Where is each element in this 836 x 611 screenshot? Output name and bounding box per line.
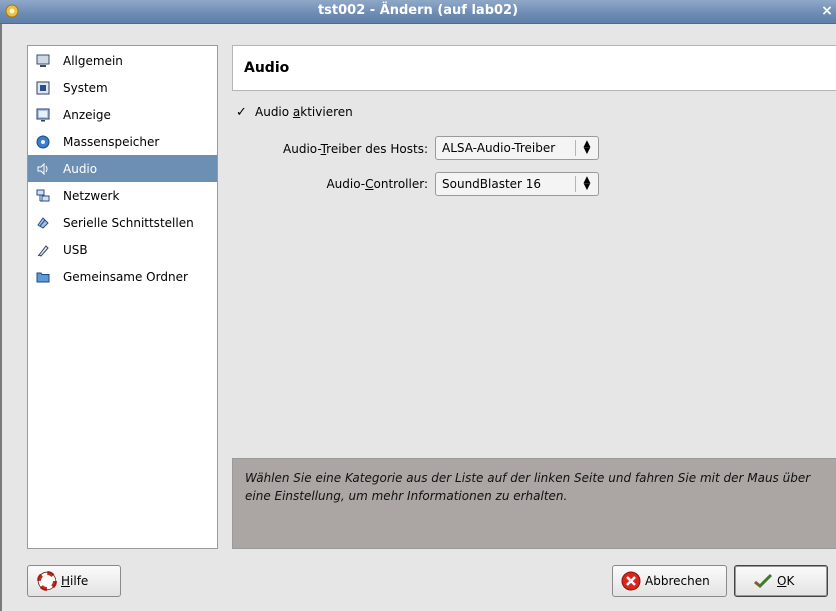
cancel-button[interactable]: Abbrechen — [612, 565, 727, 597]
serial-icon — [35, 215, 51, 231]
usb-icon — [35, 242, 51, 258]
audio-controller-select[interactable]: SoundBlaster 16 ▲ ▼ — [435, 172, 599, 196]
chip-icon — [35, 80, 51, 96]
sidebar-item-anzeige[interactable]: Anzeige — [28, 101, 217, 128]
sidebar-item-allgemein[interactable]: Allgemein — [28, 47, 217, 74]
sidebar-item-label: Massenspeicher — [63, 134, 160, 149]
folder-icon — [35, 269, 51, 285]
audio-enable-label: Audio aktivieren — [255, 105, 353, 119]
cancel-button-label: Abbrechen — [645, 574, 710, 588]
sidebar-item-label: Serielle Schnittstellen — [63, 215, 194, 230]
network-icon — [35, 188, 51, 204]
cancel-icon — [621, 571, 641, 591]
window-titlebar[interactable]: tst002 - Ändern (auf lab02) × — [0, 0, 836, 24]
updown-arrows-icon: ▲ ▼ — [583, 139, 591, 156]
sidebar-item-label: Allgemein — [63, 53, 123, 68]
sidebar-item-label: Anzeige — [63, 107, 111, 122]
audio-driver-select[interactable]: ALSA-Audio-Treiber ▲ ▼ — [435, 136, 599, 160]
page-header: Audio — [232, 45, 836, 91]
page-title: Audio — [244, 60, 290, 76]
disk-icon — [35, 134, 51, 150]
info-panel: Wählen Sie eine Kategorie aus der Liste … — [232, 458, 836, 549]
display-icon — [35, 107, 51, 123]
monitor-icon — [35, 53, 51, 69]
audio-controller-value: SoundBlaster 16 — [442, 177, 542, 191]
sidebar-item-gemeinsame-ordner[interactable]: Gemeinsame Ordner — [28, 263, 217, 290]
sidebar-item-label: Audio — [63, 161, 98, 176]
checkmark-icon[interactable]: ✓ — [236, 106, 249, 119]
ok-button-label: OK — [777, 574, 795, 588]
audio-controller-label: Audio-Controller: — [326, 177, 428, 191]
settings-category-list[interactable]: Allgemein System Anzeige Massenspeicher … — [27, 45, 218, 549]
sidebar-item-audio[interactable]: Audio — [28, 155, 217, 182]
sidebar-item-label: USB — [63, 242, 88, 257]
audio-driver-label: Audio-Treiber des Hosts: — [283, 142, 428, 156]
sidebar-item-label: Gemeinsame Ordner — [63, 269, 188, 284]
updown-arrows-icon: ▲ ▼ — [583, 175, 591, 192]
audio-enable-checkbox[interactable]: ✓ Audio aktivieren — [236, 105, 353, 119]
help-button[interactable]: Hilfe — [27, 565, 121, 597]
info-text: Wählen Sie eine Kategorie aus der Liste … — [245, 471, 811, 503]
checkmark-icon — [753, 571, 773, 591]
window-title: tst002 - Ändern (auf lab02) — [317, 3, 519, 18]
sidebar-item-massenspeicher[interactable]: Massenspeicher — [28, 128, 217, 155]
help-button-label: Hilfe — [61, 574, 89, 588]
lifebuoy-icon — [37, 571, 57, 591]
sidebar-item-system[interactable]: System — [28, 74, 217, 101]
sidebar-item-seriell[interactable]: Serielle Schnittstellen — [28, 209, 217, 236]
window-frame — [0, 24, 10, 611]
sidebar-item-label: System — [63, 80, 108, 95]
speaker-icon — [35, 161, 51, 177]
close-icon[interactable]: × — [820, 3, 834, 19]
sidebar-item-usb[interactable]: USB — [28, 236, 217, 263]
audio-driver-value: ALSA-Audio-Treiber — [442, 141, 556, 155]
sidebar-item-label: Netzwerk — [63, 188, 120, 203]
sidebar-item-netzwerk[interactable]: Netzwerk — [28, 182, 217, 209]
ok-button[interactable]: OK — [734, 565, 828, 597]
